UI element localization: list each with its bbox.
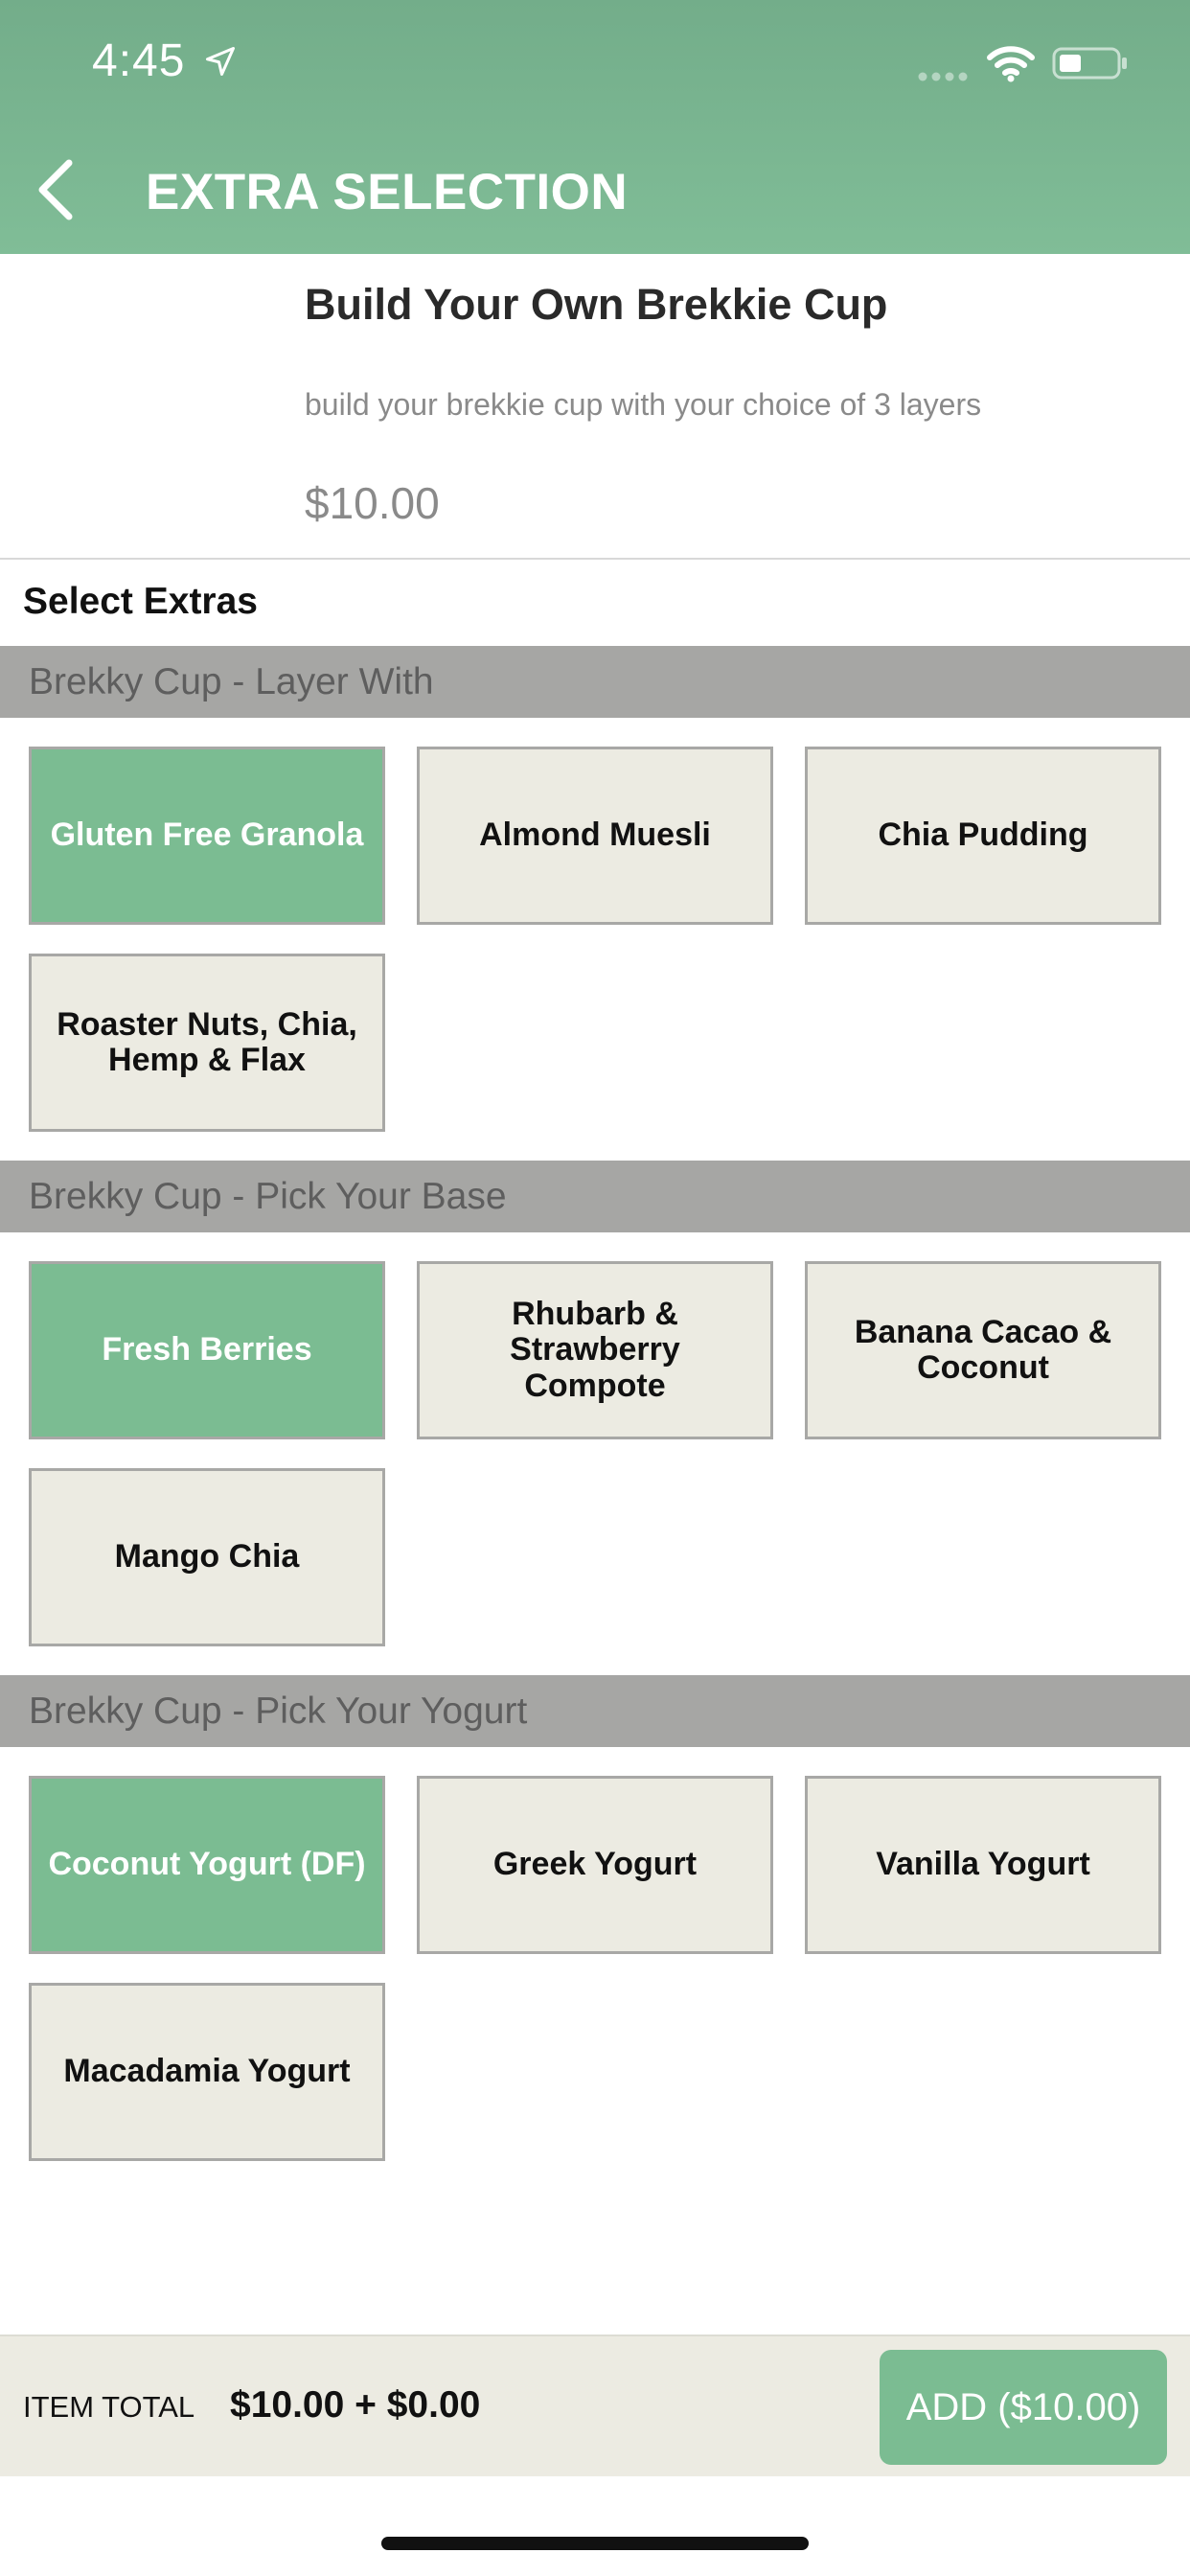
option-coconut-yogurt[interactable]: Coconut Yogurt (DF) [29, 1776, 385, 1954]
option-gluten-free-granola[interactable]: Gluten Free Granola [29, 747, 385, 925]
option-label: Gluten Free Granola [50, 816, 364, 854]
option-label: Macadamia Yogurt [63, 2053, 351, 2090]
back-chevron-icon[interactable] [36, 159, 75, 220]
option-label: Chia Pudding [878, 816, 1088, 854]
option-label: Roaster Nuts, Chia, Hemp & Flax [57, 1005, 357, 1078]
option-label: Vanilla Yogurt [876, 1846, 1090, 1883]
option-rhubarb-strawberry[interactable]: Rhubarb & Strawberry Compote [417, 1261, 773, 1439]
option-greek-yogurt[interactable]: Greek Yogurt [417, 1776, 773, 1954]
option-label: Almond Muesli [479, 816, 711, 854]
section-header-layer: Brekky Cup - Layer With [0, 646, 1190, 718]
section-header-yogurt: Brekky Cup - Pick Your Yogurt [0, 1675, 1190, 1747]
option-mango-chia[interactable]: Mango Chia [29, 1468, 385, 1646]
item-total-bar: ITEM TOTAL $10.00 + $0.00 ADD ($10.00) [0, 2334, 1190, 2476]
option-label: Coconut Yogurt (DF) [48, 1846, 366, 1883]
page-title: EXTRA SELECTION [146, 164, 629, 220]
option-vanilla-yogurt[interactable]: Vanilla Yogurt [805, 1776, 1161, 1954]
status-time: 4:45 [92, 35, 186, 86]
item-name: Build Your Own Brekkie Cup [305, 280, 888, 329]
add-to-cart-button[interactable]: ADD ($10.00) [880, 2350, 1167, 2465]
cellular-signal-icon [918, 72, 968, 81]
home-indicator[interactable] [381, 2537, 809, 2550]
option-label: Greek Yogurt [492, 1846, 698, 1883]
option-fresh-berries[interactable]: Fresh Berries [29, 1261, 385, 1439]
app-header: 4:45 EXTRA SELECTION [0, 0, 1190, 254]
option-chia-pudding[interactable]: Chia Pudding [805, 747, 1161, 925]
section-header-base: Brekky Cup - Pick Your Base [0, 1161, 1190, 1232]
option-label: Mango Chia [114, 1538, 300, 1576]
location-arrow-icon [206, 47, 235, 76]
divider [0, 558, 1190, 560]
item-total-value: $10.00 + $0.00 [230, 2384, 481, 2426]
option-almond-muesli[interactable]: Almond Muesli [417, 747, 773, 925]
battery-icon [1052, 47, 1127, 80]
option-banana-cacao[interactable]: Banana Cacao & Coconut [805, 1261, 1161, 1439]
item-description: build your brekkie cup with your choice … [305, 387, 982, 422]
option-macadamia-yogurt[interactable]: Macadamia Yogurt [29, 1983, 385, 2161]
item-price: $10.00 [305, 478, 440, 528]
option-label: Rhubarb & Strawberry Compote [510, 1295, 680, 1404]
wifi-icon [987, 46, 1035, 82]
option-label: Fresh Berries [102, 1331, 312, 1368]
option-roaster-nuts[interactable]: Roaster Nuts, Chia, Hemp & Flax [29, 954, 385, 1132]
option-label: Banana Cacao & Coconut [854, 1313, 1112, 1386]
item-total-label: ITEM TOTAL [23, 2390, 195, 2424]
select-extras-title: Select Extras [23, 581, 258, 622]
